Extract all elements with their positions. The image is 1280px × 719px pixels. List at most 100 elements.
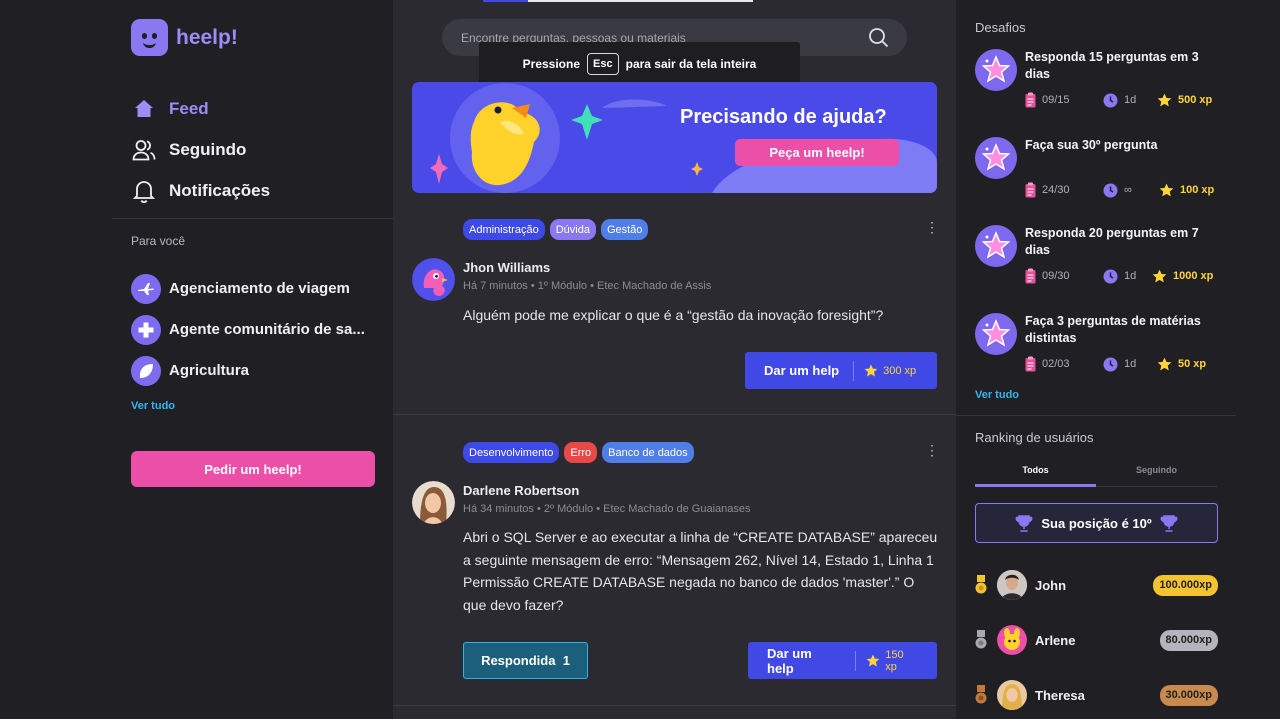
feed: Encontre perguntas, pessoas ou materiais… <box>393 0 956 719</box>
challenge-time: ∞ <box>1103 183 1159 198</box>
give-help-label: Dar um help <box>764 363 840 378</box>
challenges-see-all-link[interactable]: Ver tudo <box>975 389 1019 401</box>
give-help-button[interactable]: Dar um help 300 xp <box>745 352 937 389</box>
nav-item-notifications[interactable]: Notificações <box>131 170 270 211</box>
clock-icon <box>1103 269 1118 283</box>
tag[interactable]: Administração <box>463 219 545 240</box>
answered-button[interactable]: Respondida 1 <box>463 642 588 679</box>
topic-label: Agricultura <box>169 362 250 379</box>
clipboard-icon <box>1025 92 1036 108</box>
ask-help-button[interactable]: Pedir um heelp! <box>131 451 375 487</box>
xp-badge: 80.000xp <box>1159 629 1218 651</box>
health-cross-icon <box>131 314 161 345</box>
post-author[interactable]: Jhon Williams <box>463 260 550 275</box>
trophy-star-icon <box>975 313 1017 355</box>
avatar <box>997 570 1027 600</box>
challenge-item[interactable]: Faça sua 30º pergunta 24/30 ∞ 100 xp <box>975 137 1225 201</box>
user-name: Arlene <box>1035 632 1076 648</box>
star-icon <box>1152 269 1167 283</box>
challenge-xp: 50 xp <box>1157 357 1206 371</box>
challenge-xp: 1000 xp <box>1152 269 1213 283</box>
tag[interactable]: Banco de dados <box>602 442 694 463</box>
challenge-time: 1d <box>1103 357 1157 372</box>
trophy-star-icon <box>975 137 1017 179</box>
fullscreen-toast: Pressione Esc para sair da tela inteira <box>479 42 800 85</box>
clock-icon <box>1103 357 1118 371</box>
divider <box>112 218 393 219</box>
clock-icon <box>1103 93 1118 107</box>
challenge-time: 1d <box>1103 93 1157 108</box>
challenges-title: Desafios <box>975 20 1026 35</box>
xp-value: 300 xp <box>883 364 917 377</box>
my-position-box: Sua posição é 10º <box>975 503 1218 543</box>
challenge-stats: 02/03 1d 50 xp <box>1025 356 1206 372</box>
tag[interactable]: Erro <box>564 442 598 463</box>
topic-list: Agenciamento de viagem Agente comunitári… <box>131 268 365 391</box>
logo[interactable]: heelp! <box>131 19 238 56</box>
challenge-item[interactable]: Responda 20 perguntas em 7 dias 09/30 1d… <box>975 225 1225 289</box>
post-author[interactable]: Darlene Robertson <box>463 483 579 498</box>
challenge-name: Responda 15 perguntas em 3 dias <box>1025 50 1199 81</box>
tag[interactable]: Gestão <box>600 219 649 240</box>
avatar <box>997 625 1027 655</box>
give-help-button[interactable]: Dar um help 150 xp <box>748 642 937 679</box>
toast-text: Pressione <box>522 56 581 71</box>
post-body[interactable]: Alguém pode me explicar o que é a “gestã… <box>463 304 938 327</box>
challenge-time: 1d <box>1103 269 1152 284</box>
search-icon[interactable] <box>868 27 889 51</box>
xp-badge: 30.000xp <box>1159 684 1218 706</box>
right-sidebar: Desafios Responda 15 perguntas em 3 dias… <box>956 0 1280 719</box>
avatar[interactable] <box>412 481 455 524</box>
avatar[interactable] <box>412 258 455 301</box>
challenge-progress: 02/03 <box>1025 356 1103 372</box>
banner-illustration <box>430 83 937 193</box>
nav-item-feed[interactable]: Feed <box>131 88 270 129</box>
clipboard-icon <box>1025 356 1036 372</box>
challenge-item[interactable]: Faça 3 perguntas de matérias distintas 0… <box>975 313 1225 377</box>
topic-community-health[interactable]: Agente comunitário de sa... <box>131 309 365 350</box>
give-help-label: Dar um help <box>767 645 812 676</box>
xp-reward: 150 xp <box>856 649 937 673</box>
challenge-name: Responda 20 perguntas em 7 dias <box>1025 226 1199 257</box>
challenge-stats: 09/15 1d 500 xp <box>1025 92 1212 108</box>
clipboard-icon <box>1025 268 1036 284</box>
nav-item-label: Notificações <box>169 180 271 200</box>
ranking-row[interactable]: Theresa 30.000xp <box>975 677 1225 713</box>
challenge-item[interactable]: Responda 15 perguntas em 3 dias 09/15 1d… <box>975 49 1225 113</box>
clock-icon <box>1103 183 1118 197</box>
post-body[interactable]: Abri o SQL Server e ao executar a linha … <box>463 526 938 616</box>
topic-agriculture[interactable]: Agricultura <box>131 350 365 391</box>
tab-all[interactable]: Todos <box>975 465 1096 487</box>
star-icon <box>1157 93 1172 107</box>
toast-text: para sair da tela inteira <box>625 56 757 71</box>
trophy-icon <box>1015 514 1033 532</box>
answered-count: 1 <box>562 653 570 668</box>
topic-travel-agency[interactable]: Agenciamento de viagem <box>131 268 365 309</box>
topic-label: Agente comunitário de sa... <box>169 321 365 338</box>
tag[interactable]: Desenvolvimento <box>463 442 560 463</box>
star-icon <box>1159 183 1174 197</box>
home-icon <box>131 96 157 122</box>
banner-title: Precisando de ajuda? <box>680 106 887 128</box>
left-sidebar: heelp! Feed Seguindo Notificações Para v… <box>112 0 393 719</box>
challenge-progress: 09/30 <box>1025 268 1103 284</box>
esc-key: Esc <box>587 52 619 75</box>
topics-see-all-link[interactable]: Ver tudo <box>131 400 175 412</box>
more-options-icon[interactable]: ⋮ <box>925 443 939 457</box>
tag-list: Desenvolvimento Erro Banco de dados <box>463 442 694 463</box>
ranking-tabs: Todos Seguindo <box>975 465 1218 487</box>
ranking-row[interactable]: John 100.000xp <box>975 567 1225 603</box>
request-help-button[interactable]: Peça um heelp! <box>735 139 899 166</box>
more-options-icon[interactable]: ⋮ <box>925 220 939 234</box>
divider <box>956 415 1236 416</box>
gold-medal-icon <box>975 575 987 594</box>
avatar <box>997 680 1027 710</box>
silver-medal-icon <box>975 630 987 649</box>
ranking-row[interactable]: Arlene 80.000xp <box>975 622 1225 658</box>
star-icon <box>1157 357 1172 371</box>
airplane-icon <box>131 273 161 304</box>
trophy-icon <box>1160 514 1178 532</box>
tag[interactable]: Dúvida <box>549 219 596 240</box>
tab-following[interactable]: Seguindo <box>1096 465 1217 487</box>
nav-item-following[interactable]: Seguindo <box>131 129 270 170</box>
